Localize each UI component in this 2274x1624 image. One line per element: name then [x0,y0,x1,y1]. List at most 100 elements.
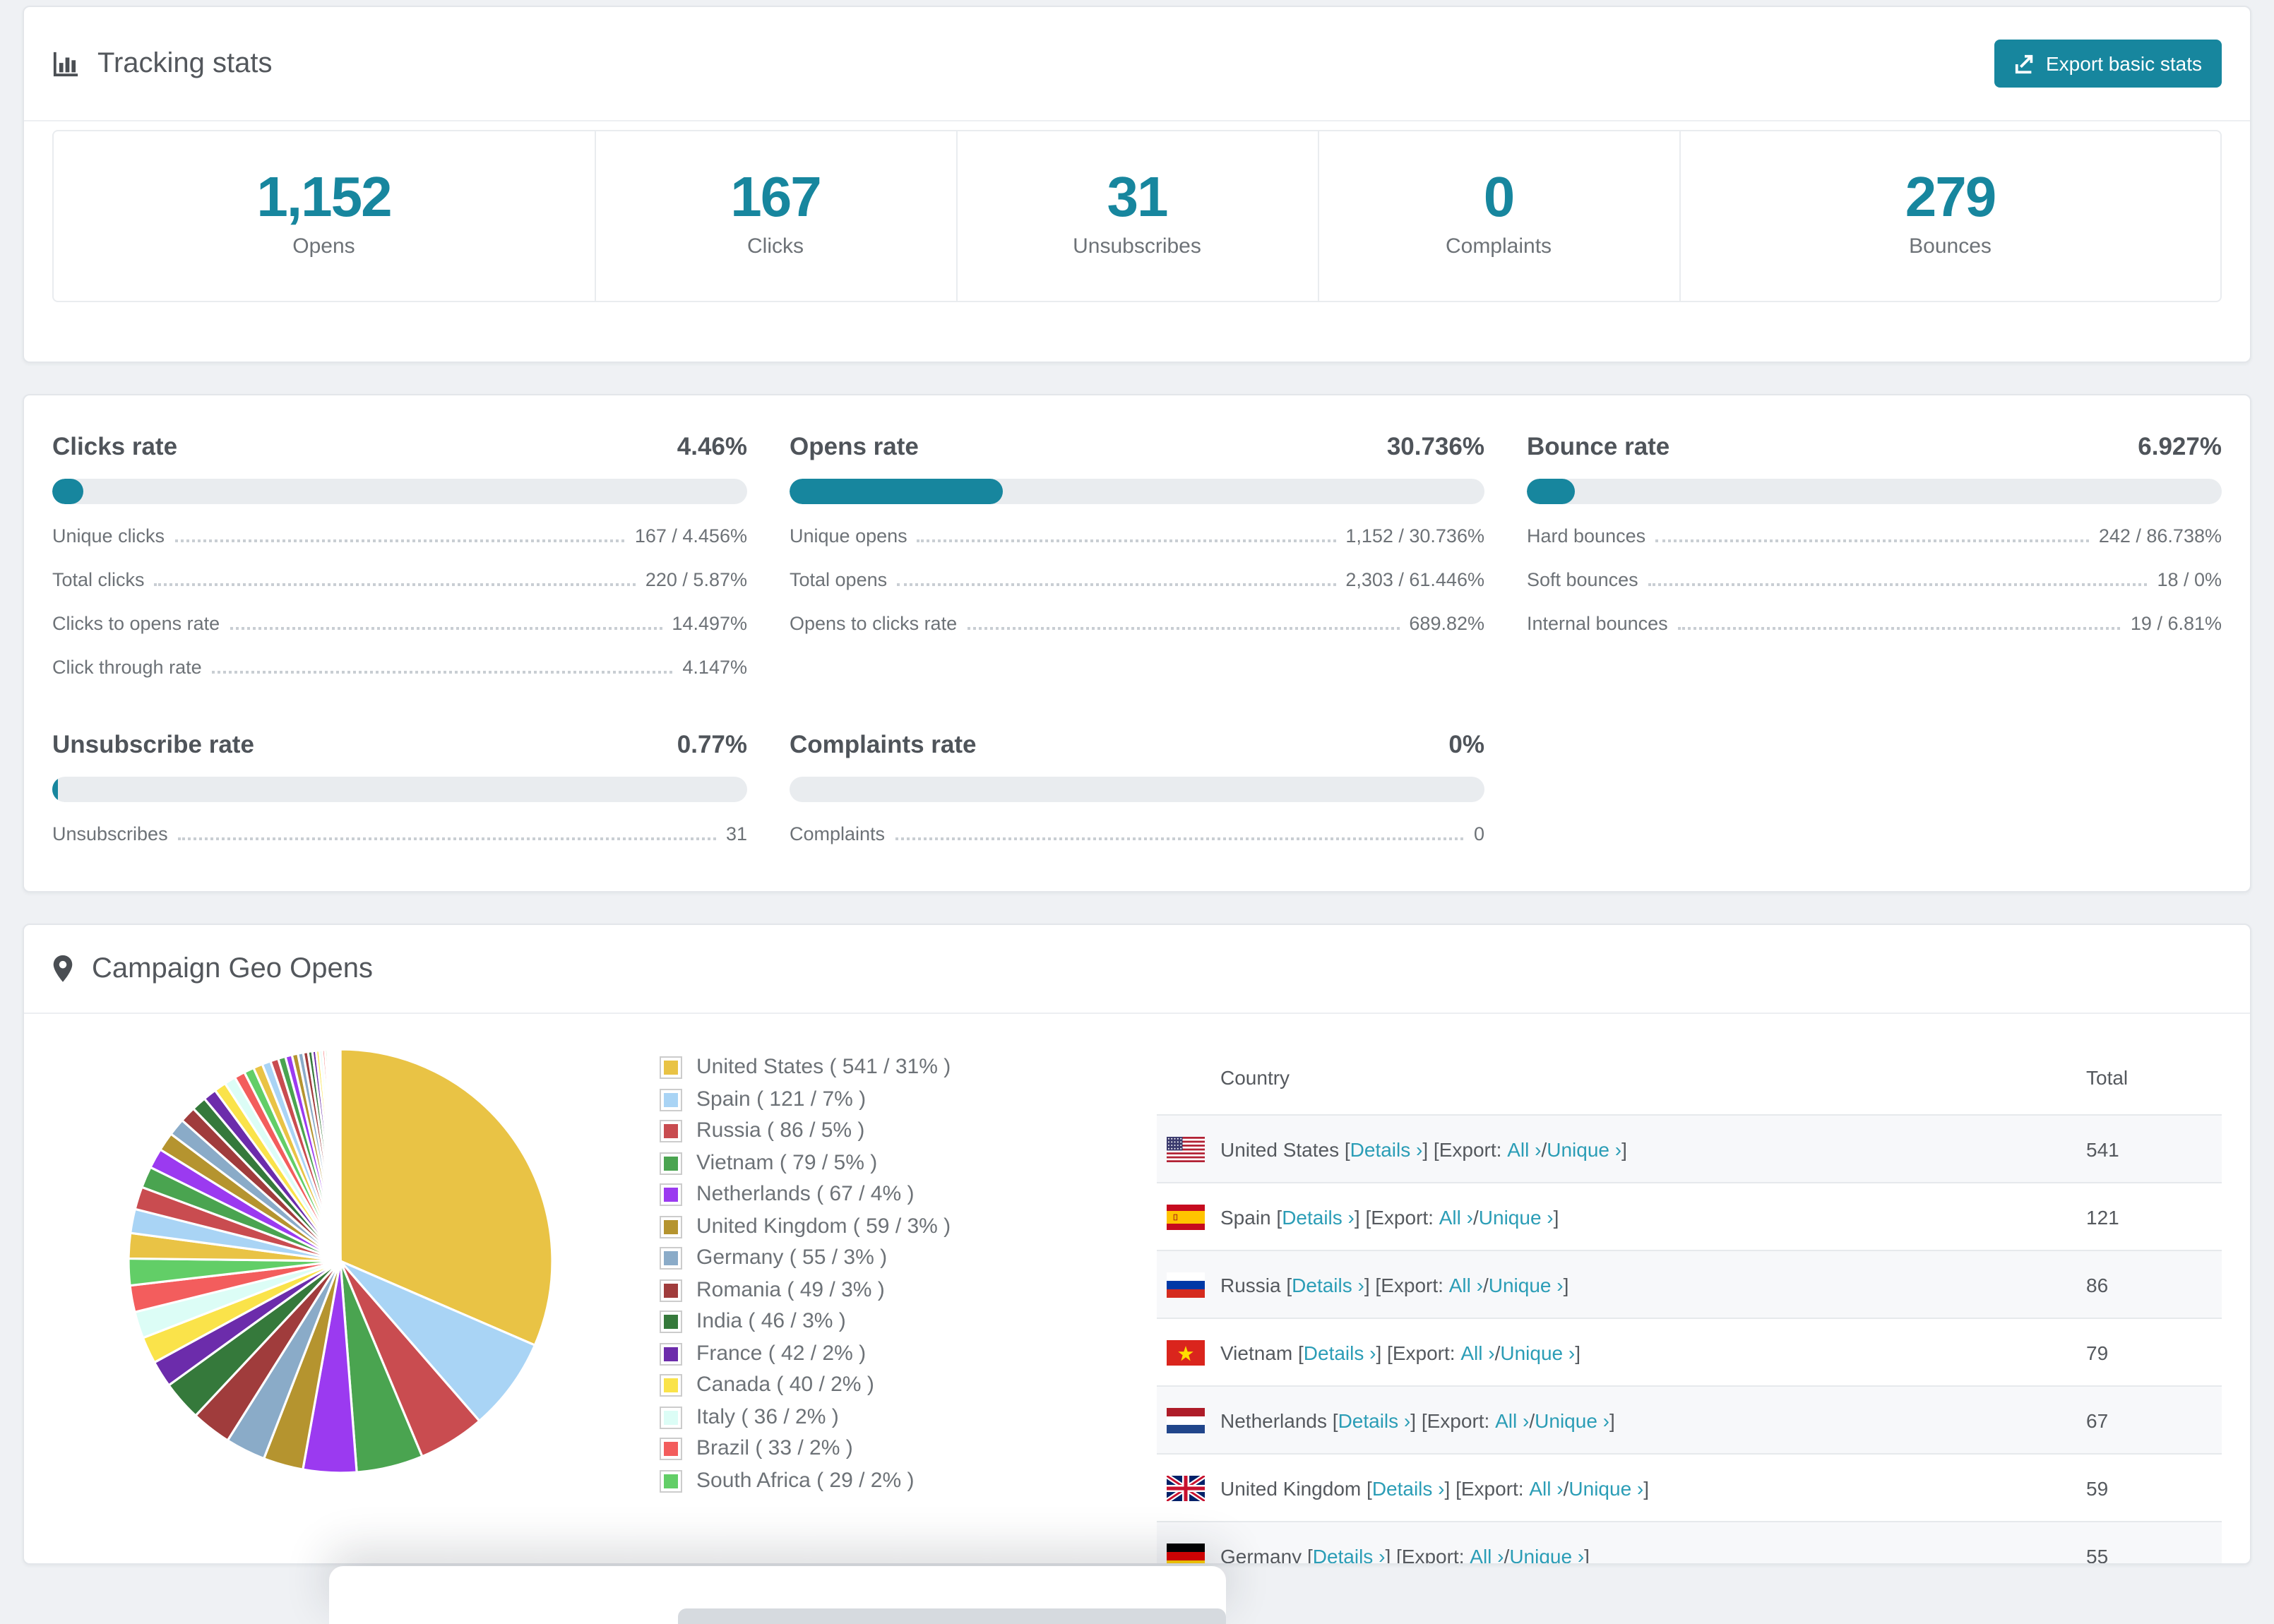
rate-title: Clicks rate [52,432,177,462]
bracket: ] [1609,1409,1615,1431]
export-all-link[interactable]: All › [1495,1409,1529,1431]
rate-detail-row-opens-to-clicks-rate: Opens to clicks rate689.82% [790,613,1484,635]
table-row-germany: Germany [Details ›] [Export: All › / Uni… [1157,1521,2222,1565]
rate-detail-row-unique-opens: Unique opens1,152 / 30.736% [790,525,1484,548]
details-link[interactable]: Details › [1313,1544,1386,1565]
country-name: Vietnam [1220,1341,1298,1363]
legend-label: Italy ( 36 / 2% ) [696,1407,839,1427]
progress-bar-track [1527,479,2222,504]
legend-item-canada: Canada ( 40 / 2% ) [660,1374,1157,1397]
total-cell: 59 [2086,1476,2222,1499]
total-cell: 67 [2086,1409,2222,1431]
legend-item-vietnam: Vietnam ( 79 / 5% ) [660,1152,1157,1174]
dotted-leader [230,627,662,630]
geo-legend: United States ( 541 / 31% )Spain ( 121 /… [660,1056,1157,1565]
legend-item-south-africa: South Africa ( 29 / 2% ) [660,1469,1157,1492]
details-link[interactable]: Details › [1350,1138,1423,1160]
summary-stat-clicks: 167Clicks [595,131,956,301]
export-all-link[interactable]: All › [1439,1205,1473,1228]
rate-panel-clicks-rate: Clicks rate4.46%Unique clicks167 / 4.456… [52,432,747,679]
export-unique-link[interactable]: Unique › [1509,1544,1584,1565]
rate-panel-unsubscribe-rate: Unsubscribe rate0.77% Unsubscribes31 [52,730,747,846]
legend-label: Canada ( 40 / 2% ) [696,1375,874,1395]
rate-detail-label: Internal bounces [1527,613,1668,634]
bracket: ] [1575,1341,1581,1363]
export-icon [2013,53,2035,74]
legend-swatch [660,1374,682,1397]
export-all-link[interactable]: All › [1470,1544,1504,1565]
flag-icon-ru [1167,1272,1205,1297]
table-row-vietnam: Vietnam [Details ›] [Export: All › / Uni… [1157,1318,2222,1385]
export-unique-link[interactable]: Unique › [1489,1273,1564,1296]
export-all-link[interactable]: All › [1460,1341,1494,1363]
rate-detail-label: Total opens [790,569,887,590]
export-all-link[interactable]: All › [1449,1273,1483,1296]
export-unique-link[interactable]: Unique › [1535,1409,1609,1431]
bracket: ] [Export: [1445,1476,1530,1499]
rate-title: Opens rate [790,432,919,462]
legend-swatch [660,1088,682,1111]
export-unique-link[interactable]: Unique › [1568,1476,1643,1499]
rates-card: Clicks rate4.46%Unique clicks167 / 4.456… [23,394,2251,892]
legend-label: Vietnam ( 79 / 5% ) [696,1153,877,1173]
map-pin-icon [52,955,73,983]
rate-detail-row-complaints: Complaints0 [790,823,1484,846]
rate-detail-value: 4.147% [682,657,747,678]
slash: / [1495,1341,1501,1363]
rate-detail-value: 689.82% [1409,613,1484,634]
legend-swatch [660,1469,682,1492]
legend-item-germany: Germany ( 55 / 3% ) [660,1247,1157,1270]
total-cell: 121 [2086,1205,2222,1228]
geo-title: Campaign Geo Opens [92,953,373,985]
bottom-scroll-handle[interactable] [678,1608,1226,1624]
column-header-country: Country [1157,1065,2086,1088]
rate-head: Unsubscribe rate0.77% [52,730,747,760]
country-name: Russia [1220,1273,1286,1296]
legend-item-brazil: Brazil ( 33 / 2% ) [660,1438,1157,1460]
summary-stat-opens: 1,152Opens [54,131,594,301]
rate-detail-label: Soft bounces [1527,569,1638,590]
export-basic-stats-button[interactable]: Export basic stats [1994,40,2222,88]
geo-card-header: Campaign Geo Opens [24,925,2250,1014]
total-cell: 86 [2086,1273,2222,1296]
export-unique-link[interactable]: Unique › [1547,1138,1621,1160]
legend-swatch [660,1215,682,1238]
details-link[interactable]: Details › [1282,1205,1355,1228]
bracket: ] [Export: [1410,1409,1495,1431]
rate-percentage: 6.927% [2138,432,2222,462]
export-all-link[interactable]: All › [1507,1138,1541,1160]
export-all-link[interactable]: All › [1529,1476,1563,1499]
bracket: [ [1307,1544,1313,1565]
rate-head: Opens rate30.736% [790,432,1484,462]
dotted-leader [1648,583,2148,586]
export-unique-link[interactable]: Unique › [1479,1205,1554,1228]
bracket: ] [Export: [1422,1138,1507,1160]
rate-detail-row-unsubscribes: Unsubscribes31 [52,823,747,846]
progress-bar-track [52,479,747,504]
legend-label: South Africa ( 29 / 2% ) [696,1471,915,1491]
total-cell: 79 [2086,1341,2222,1363]
export-unique-link[interactable]: Unique › [1500,1341,1575,1363]
details-link[interactable]: Details › [1304,1341,1376,1363]
geo-card-title: Campaign Geo Opens [52,953,373,985]
country-name: Germany [1220,1544,1307,1565]
details-link[interactable]: Details › [1372,1476,1445,1499]
country-name: United States [1220,1138,1345,1160]
rate-detail-value: 19 / 6.81% [2131,613,2222,634]
details-link[interactable]: Details › [1338,1409,1411,1431]
stat-value: 167 [730,168,821,227]
country-name: Netherlands [1220,1409,1333,1431]
legend-item-romania: Romania ( 49 / 3% ) [660,1279,1157,1301]
details-link[interactable]: Details › [1292,1273,1364,1296]
legend-swatch [660,1056,682,1079]
stat-label: Complaints [1446,234,1552,258]
bracket: ] [1584,1544,1590,1565]
rate-detail-value: 18 / 0% [2157,569,2222,590]
rate-detail-value: 2,303 / 61.446% [1345,569,1484,590]
export-button-label: Export basic stats [2046,52,2202,75]
stat-value: 31 [1107,168,1167,227]
rate-detail-value: 1,152 / 30.736% [1345,525,1484,547]
slash: / [1541,1138,1547,1160]
dotted-leader [178,837,716,840]
progress-bar-track [52,777,747,802]
